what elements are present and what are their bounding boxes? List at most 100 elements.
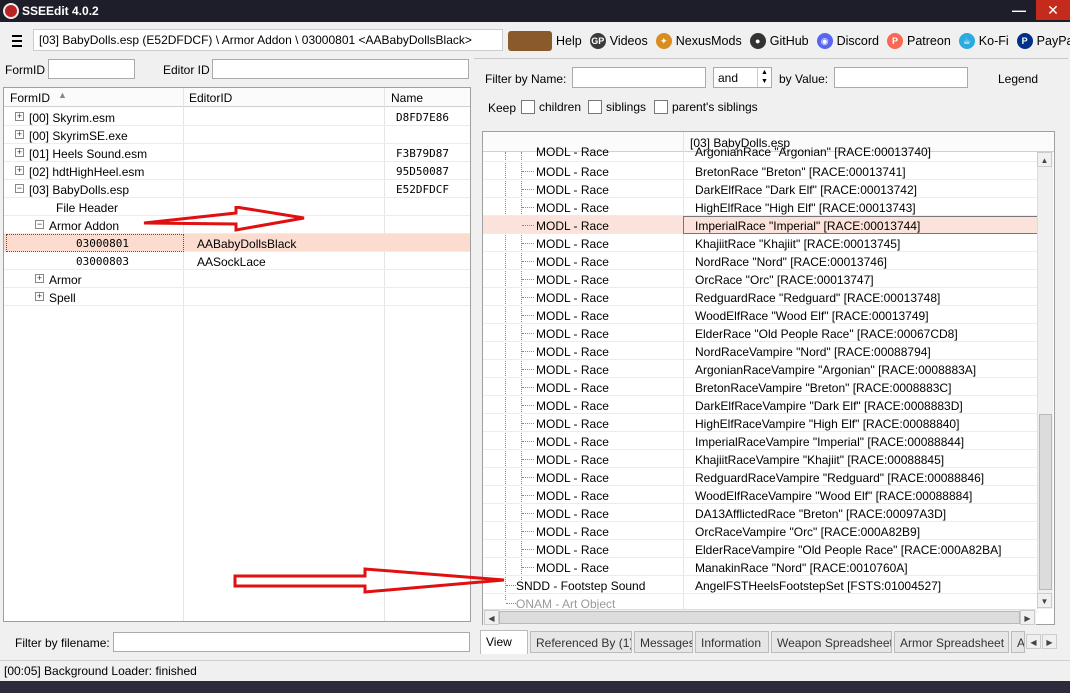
tab-scroll-left-icon[interactable]: ◀ <box>1026 634 1041 649</box>
spinner-arrows-icon[interactable]: ▲ ▼ <box>757 68 771 87</box>
vertical-scroll-thumb[interactable] <box>1039 414 1052 590</box>
main-menu-icon[interactable] <box>12 35 22 50</box>
minimize-button[interactable]: — <box>1004 0 1034 20</box>
expand-icon[interactable]: + <box>35 292 44 301</box>
column-name[interactable]: Name <box>391 91 423 105</box>
record-row-label: MODL - Race <box>536 201 609 215</box>
record-row-value: NordRaceVampire "Nord" [RACE:00088794] <box>695 345 931 359</box>
tree-row[interactable]: + Armor <box>4 270 470 288</box>
tab-armor-spreadsheet[interactable]: Armor Spreadsheet <box>894 631 1009 653</box>
record-row[interactable]: MODL - Race BretonRace "Breton" [RACE:000… <box>483 162 1039 180</box>
tree-row-name: F3B79D87 <box>396 147 449 160</box>
tab-view[interactable]: View <box>480 630 528 654</box>
filename-filter-input[interactable] <box>113 632 470 652</box>
tree-row[interactable]: − [03] BabyDolls.esp E52DFDCF <box>4 180 470 198</box>
record-row[interactable]: MODL - Race DA13AfflictedRace "Breton" [R… <box>483 504 1039 522</box>
record-row-label: MODL - Race <box>536 381 609 395</box>
link-help[interactable]: Help <box>508 31 582 51</box>
record-row[interactable]: MODL - Race ElderRaceVampire "Old People … <box>483 540 1039 558</box>
column-editorid[interactable]: EditorID <box>189 91 232 105</box>
expand-icon[interactable]: + <box>15 148 24 157</box>
record-row-label: SNDD - Footstep Sound <box>516 579 646 593</box>
scroll-down-icon[interactable]: ▼ <box>1037 593 1052 608</box>
tree-row[interactable]: + [00] SkyrimSE.exe <box>4 126 470 144</box>
tab-weapon-spreadsheet[interactable]: Weapon Spreadsheet <box>771 631 892 653</box>
link-github[interactable]: ● GitHub <box>749 33 809 49</box>
record-row[interactable]: MODL - Race OrcRace "Orc" [RACE:00013747] <box>483 270 1039 288</box>
tab-messages[interactable]: Messages <box>634 631 693 653</box>
record-row[interactable]: MODL - Race KhajiitRace "Khajiit" [RACE:0… <box>483 234 1039 252</box>
record-row[interactable]: MODL - Race WoodElfRace "Wood Elf" [RACE:… <box>483 306 1039 324</box>
expand-icon[interactable]: + <box>15 166 24 175</box>
editorid-filter-label: Editor ID <box>163 63 210 77</box>
close-button[interactable]: ✕ <box>1036 0 1070 20</box>
record-row[interactable]: MODL - Race HighElfRace "High Elf" [RACE:… <box>483 198 1039 216</box>
filter-operator-select[interactable]: and ▲ ▼ <box>713 67 772 88</box>
link-nexusmods[interactable]: ✦ NexusMods <box>655 33 742 49</box>
record-row[interactable]: MODL - Race ManakinRace "Nord" [RACE:0010… <box>483 558 1039 576</box>
tree-row-label: [01] Heels Sound.esm <box>29 147 148 161</box>
record-row[interactable]: MODL - Race KhajiitRaceVampire "Khajiit" … <box>483 450 1039 468</box>
keep-children-checkbox[interactable] <box>521 100 535 114</box>
record-row[interactable]: MODL - Race RedguardRace "Redguard" [RACE… <box>483 288 1039 306</box>
record-row[interactable]: MODL - Race ArgonianRaceVampire "Argonian… <box>483 360 1039 378</box>
collapse-icon[interactable]: − <box>35 220 44 229</box>
record-row[interactable]: MODL - Race NordRaceVampire "Nord" [RACE:… <box>483 342 1039 360</box>
navigation-tree[interactable]: FormID ▲ EditorID Name + [00] Skyrim.esm D… <box>3 87 471 622</box>
record-row[interactable]: MODL - Race ImperialRaceVampire "Imperial… <box>483 432 1039 450</box>
tab-scroll-right-icon[interactable]: ▶ <box>1042 634 1057 649</box>
record-row-label: MODL - Race <box>536 165 609 179</box>
tree-row[interactable]: + [01] Heels Sound.esm F3B79D87 <box>4 144 470 162</box>
tree-row[interactable]: + [02] hdtHighHeel.esm 95D50087 <box>4 162 470 180</box>
column-formid[interactable]: FormID <box>10 91 50 105</box>
record-row[interactable]: MODL - Race DarkElfRace "Dark Elf" [RACE:… <box>483 180 1039 198</box>
scroll-up-icon[interactable]: ▲ <box>1037 152 1052 167</box>
expand-icon[interactable]: + <box>15 130 24 139</box>
keep-parents-siblings-label: parent's siblings <box>672 100 758 114</box>
tab-a[interactable]: A <box>1011 631 1025 653</box>
record-row[interactable]: MODL - Race ElderRace "Old People Race" [… <box>483 324 1039 342</box>
tab-information[interactable]: Information <box>695 631 769 653</box>
horizontal-scroll-thumb[interactable] <box>499 611 1020 624</box>
record-row[interactable]: MODL - Race DarkElfRaceVampire "Dark Elf"… <box>483 396 1039 414</box>
record-path-display[interactable]: [03] BabyDolls.esp (E52DFDCF) \ Armor Ad… <box>33 29 503 51</box>
link-videos[interactable]: GP Videos <box>589 33 648 49</box>
record-vertical-scrollbar[interactable] <box>1037 152 1053 609</box>
collapse-icon[interactable]: − <box>15 184 24 193</box>
record-row[interactable]: MODL - Race HighElfRaceVampire "High Elf"… <box>483 414 1039 432</box>
formid-filter-input[interactable] <box>48 59 135 79</box>
book-icon <box>508 31 552 51</box>
record-row-partial[interactable]: MODL - Race ArgonianRace "Argonian" [RAC… <box>483 144 1039 162</box>
scroll-left-icon[interactable]: ◀ <box>484 610 499 625</box>
record-row-value: ArgonianRace "Argonian" [RACE:00013740] <box>695 145 932 159</box>
tree-row[interactable]: 03000803 AASockLace <box>4 252 470 270</box>
record-row[interactable]: MODL - Race OrcRaceVampire "Orc" [RACE:00… <box>483 522 1039 540</box>
tree-row-label: File Header <box>56 201 119 215</box>
tree-row[interactable]: + Spell <box>4 288 470 306</box>
tree-row[interactable]: + [00] Skyrim.esm D8FD7E86 <box>4 108 470 126</box>
editorid-filter-input[interactable] <box>212 59 469 79</box>
filter-value-input[interactable] <box>834 67 968 88</box>
legend-button[interactable]: Legend <box>998 72 1038 86</box>
link-paypal[interactable]: PPayPal <box>1016 33 1070 49</box>
link-patreon[interactable]: P Patreon <box>887 33 951 49</box>
filter-name-input[interactable] <box>572 67 706 88</box>
expand-icon[interactable]: + <box>35 274 44 283</box>
record-horizontal-scrollbar[interactable] <box>483 609 1036 625</box>
link-discord[interactable]: ◉ Discord <box>816 33 879 49</box>
record-row[interactable]: MODL - Race NordRace "Nord" [RACE:0001374… <box>483 252 1039 270</box>
record-row-sndd[interactable]: SNDD - Footstep Sound AngelFSTHeelsFootst… <box>483 576 1039 594</box>
record-view-grid[interactable]: [03] BabyDolls.esp MODL - Race ArgonianR… <box>482 131 1055 625</box>
link-ko-fi[interactable]: ☕ Ko-Fi <box>958 33 1009 49</box>
record-row[interactable]: MODL - Race RedguardRaceVampire "Redguard… <box>483 468 1039 486</box>
keep-siblings-checkbox[interactable] <box>588 100 602 114</box>
link-label: Ko-Fi <box>978 34 1009 48</box>
record-row[interactable]: MODL - Race BretonRaceVampire "Breton" [R… <box>483 378 1039 396</box>
record-row[interactable]: MODL - Race WoodElfRaceVampire "Wood Elf"… <box>483 486 1039 504</box>
scroll-right-icon[interactable]: ▶ <box>1020 610 1035 625</box>
record-row-value: OrcRace "Orc" [RACE:00013747] <box>695 273 874 287</box>
expand-icon[interactable]: + <box>15 112 24 121</box>
record-row[interactable]: MODL - Race ImperialRace "Imperial" [RACE… <box>483 216 1039 234</box>
tab-referenced-by-1[interactable]: Referenced By (1) <box>530 631 632 653</box>
keep-parents-siblings-checkbox[interactable] <box>654 100 668 114</box>
